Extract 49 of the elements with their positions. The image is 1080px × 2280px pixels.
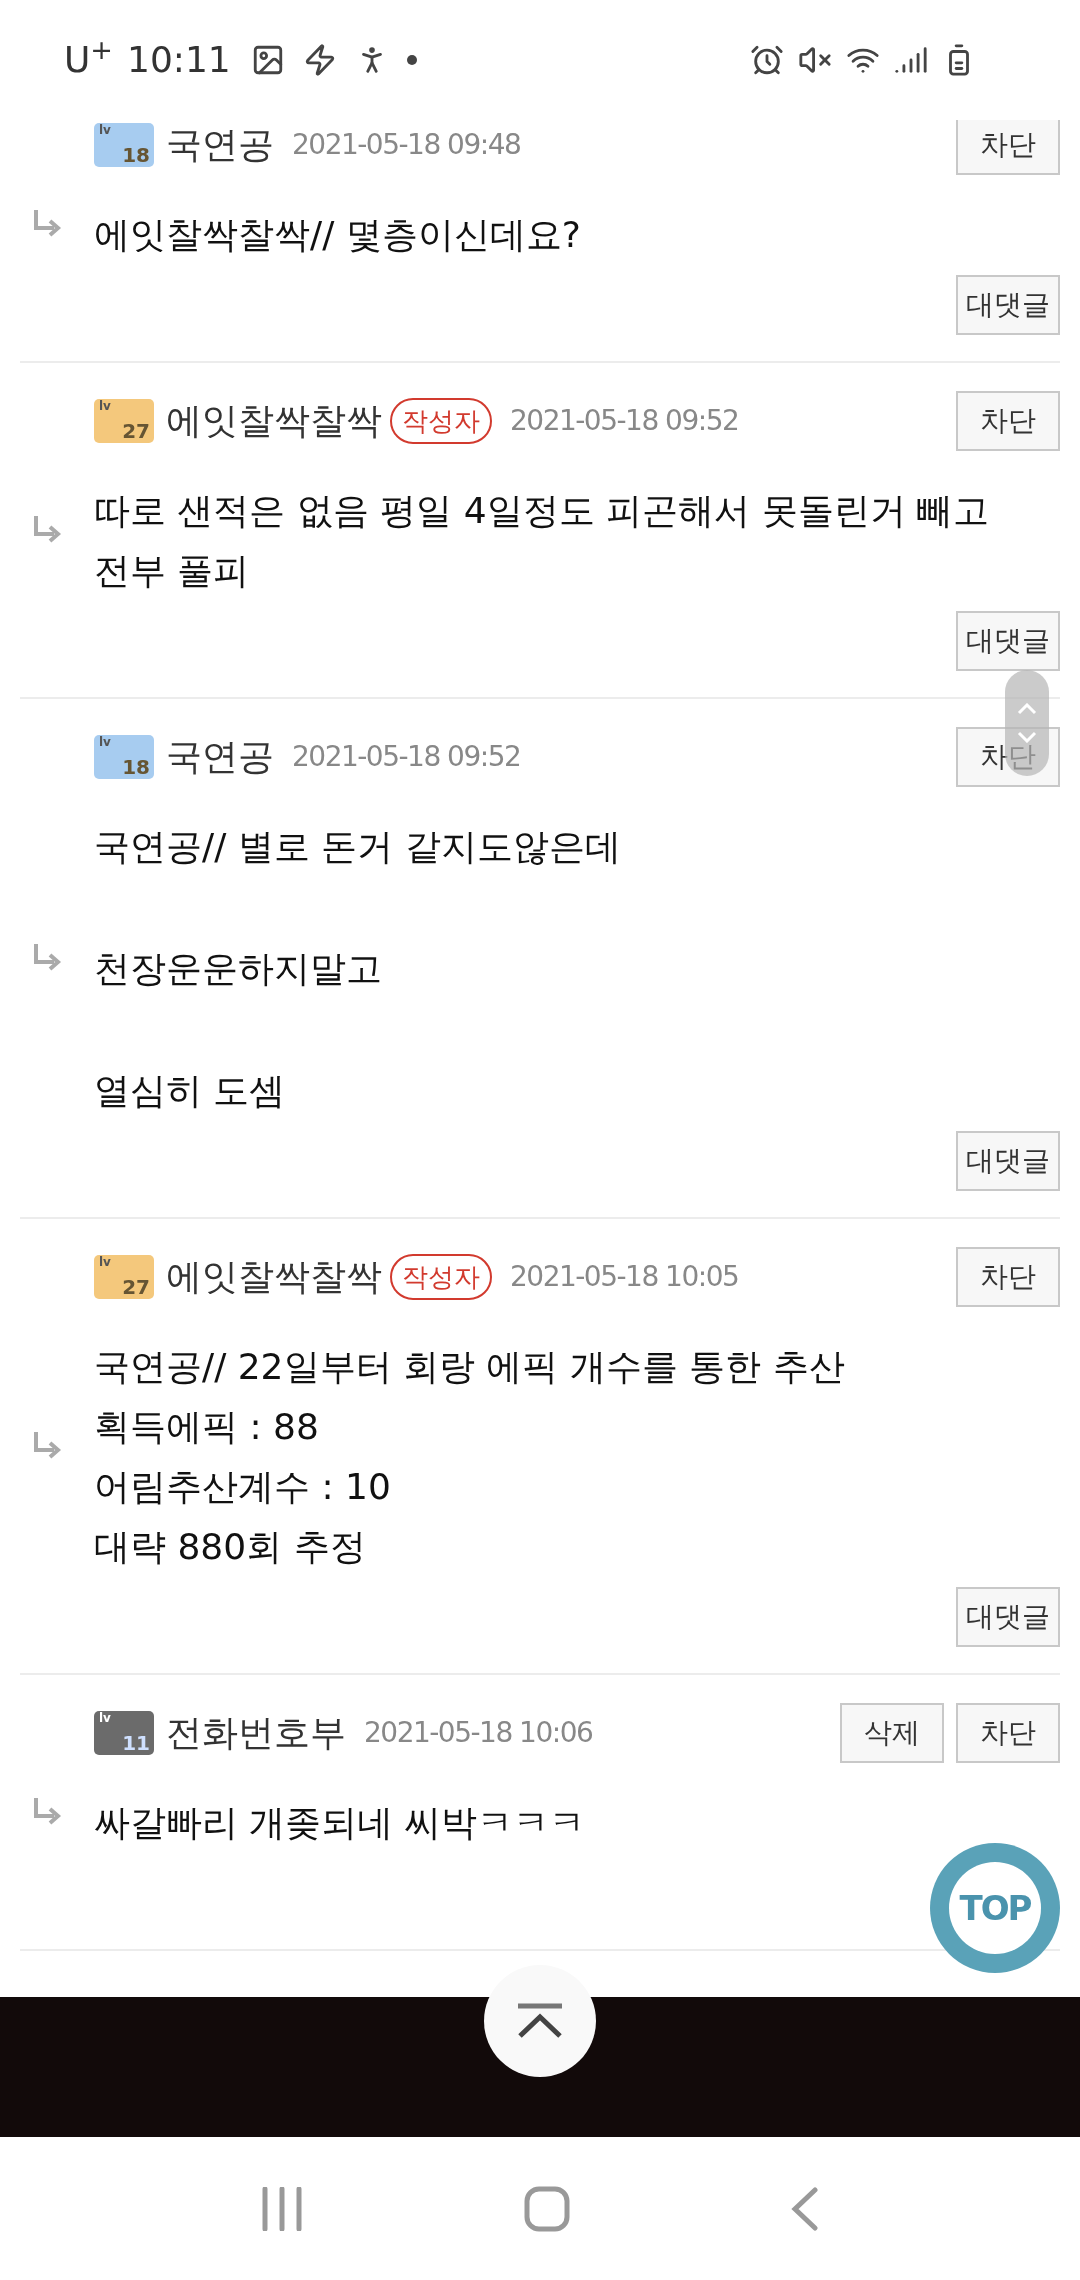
comment-text: 따로 샌적은 없음 평일 4일정도 피곤해서 못돌린거 빼고 전부 풀피 [94, 489, 990, 593]
comment-text: 국연공// 22일부터 회랑 에픽 개수를 통한 추산 [94, 1345, 845, 1389]
carrier-label: U$^{+}$ [64, 33, 113, 82]
comment-author: 국연공 [166, 735, 274, 779]
comment-text: 획득에픽 : 88 [94, 1405, 319, 1449]
action-button[interactable]: 차단 [956, 1703, 1060, 1763]
comment-author: 전화번호부 [166, 1711, 346, 1755]
writer-tag: 작성자 [390, 398, 492, 444]
level-number: 27 [122, 1277, 150, 1297]
level-prefix: lv [99, 124, 111, 136]
comment-author: 에잇찰싹찰싹 [166, 1255, 382, 1299]
level-number: 27 [122, 421, 150, 441]
comment-text: 어림추산계수 : 10 [94, 1465, 391, 1509]
clock-time: 10:11 [127, 38, 231, 82]
level-prefix: lv [99, 400, 111, 412]
comment-author: 국연공 [166, 123, 274, 167]
level-number: 18 [122, 757, 150, 777]
comment-text: 천장운운하지말고 [94, 947, 382, 991]
comment-date: 2021-05-18 09:52 [292, 739, 521, 775]
home-icon[interactable] [524, 2185, 570, 2232]
dot-icon [406, 55, 417, 65]
level-prefix: lv [99, 1256, 111, 1268]
scroll-up-icon [516, 2003, 564, 2039]
reply-button[interactable]: 대댓글 [956, 1587, 1060, 1647]
reply-button[interactable]: 대댓글 [956, 275, 1060, 335]
level-number: 11 [122, 1733, 150, 1753]
action-button[interactable]: 차단 [956, 1247, 1060, 1307]
level-prefix: lv [99, 1712, 111, 1724]
recent-apps-icon[interactable] [260, 2186, 303, 2231]
comment-date: 2021-05-18 09:52 [510, 403, 739, 439]
alarm-icon [750, 43, 784, 77]
comment-date: 2021-05-18 10:05 [510, 1259, 739, 1295]
comment-author: 에잇찰싹찰싹 [166, 399, 382, 443]
comment-text: 열심히 도셈 [94, 1069, 286, 1113]
comment-date: 2021-05-18 10:06 [364, 1715, 593, 1751]
action-button[interactable]: 차단 [956, 120, 1060, 175]
comment-date: 2021-05-18 09:48 [292, 127, 521, 163]
action-button[interactable]: 차단 [956, 391, 1060, 451]
level-number: 18 [122, 145, 150, 165]
reply-button[interactable]: 대댓글 [956, 1131, 1060, 1191]
back-icon[interactable] [791, 2186, 820, 2231]
comment-text: 국연공// 별로 돈거 같지도않은데 [94, 825, 621, 869]
comment-text: 에잇찰싹찰싹// 몇층이신데요? [94, 213, 581, 257]
comment-text: 대략 880회 추정 [94, 1525, 366, 1569]
action-button[interactable]: 삭제 [840, 1703, 944, 1763]
reply-button[interactable]: 대댓글 [956, 611, 1060, 671]
writer-tag: 작성자 [390, 1254, 492, 1300]
level-prefix: lv [99, 736, 111, 748]
comment-text: 싸갈빠리 개좆되네 씨박ㅋㅋㅋ [94, 1801, 585, 1845]
